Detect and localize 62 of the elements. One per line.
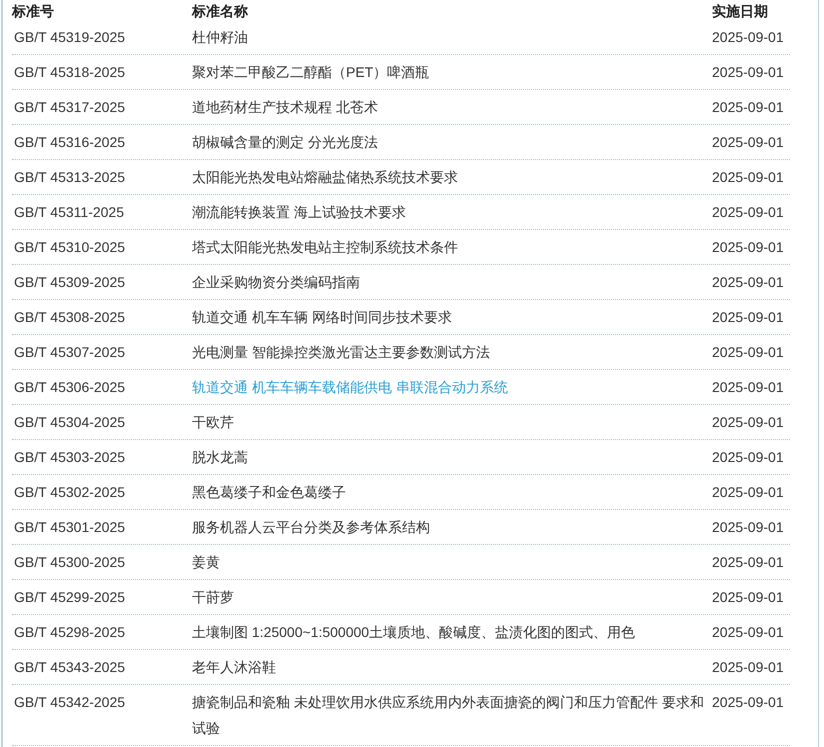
column-header: 实施日期 bbox=[712, 2, 768, 20]
standard-title-link[interactable]: 黑色葛缕子和金色葛缕子 bbox=[192, 479, 350, 505]
effective-date: 2025-09-01 bbox=[712, 658, 784, 676]
standard-number: GB/T 45319-2025 bbox=[13, 28, 126, 46]
standard-title-link[interactable]: 老年人沐浴鞋 bbox=[192, 654, 280, 680]
standard-title-link[interactable]: 轨道交通 机车车辆 网络时间同步技术要求 bbox=[192, 304, 456, 330]
standard-number: GB/T 45308-2025 bbox=[13, 308, 126, 326]
standard-number: GB/T 45309-2025 bbox=[13, 273, 126, 291]
effective-date: 2025-09-01 bbox=[712, 168, 784, 186]
effective-date: 2025-09-01 bbox=[712, 98, 784, 116]
standard-title-link[interactable]: 企业采购物资分类编码指南 bbox=[192, 269, 364, 295]
effective-date: 2025-09-01 bbox=[712, 343, 784, 361]
effective-date: 2025-09-01 bbox=[712, 308, 784, 326]
standard-number: GB/T 45301-2025 bbox=[13, 518, 126, 536]
standard-number: GB/T 45342-2025 bbox=[13, 693, 126, 711]
standard-title-link[interactable]: 干莳萝 bbox=[192, 584, 238, 610]
effective-date: 2025-09-01 bbox=[712, 28, 784, 46]
effective-date: 2025-09-01 bbox=[712, 448, 784, 466]
standard-title-link[interactable]: 脱水龙蒿 bbox=[192, 444, 252, 470]
column-header: 标准名称 bbox=[192, 2, 248, 20]
effective-date: 2025-09-01 bbox=[712, 413, 784, 431]
standard-title-link[interactable]: 胡椒碱含量的测定 分光光度法 bbox=[192, 129, 382, 155]
standard-number: GB/T 45306-2025 bbox=[13, 378, 126, 396]
effective-date: 2025-09-01 bbox=[712, 133, 784, 151]
standard-number: GB/T 45343-2025 bbox=[13, 658, 126, 676]
effective-date: 2025-09-01 bbox=[712, 693, 784, 711]
effective-date: 2025-09-01 bbox=[712, 483, 784, 501]
standard-number: GB/T 45317-2025 bbox=[13, 98, 126, 116]
standard-title-link[interactable]: 塔式太阳能光热发电站主控制系统技术条件 bbox=[192, 234, 462, 260]
standard-number: GB/T 45303-2025 bbox=[13, 448, 126, 466]
standard-title-link[interactable]: 聚对苯二甲酸乙二醇酯（PET）啤酒瓶 bbox=[192, 59, 434, 85]
standard-number: GB/T 45302-2025 bbox=[13, 483, 126, 501]
standard-title-link[interactable]: 土壤制图 1:25000~1:500000土壤质地、酸碱度、盐渍化图的图式、用色 bbox=[192, 619, 640, 645]
standard-title-link[interactable]: 搪瓷制品和瓷釉 未处理饮用水供应系统用内外表面搪瓷的阀门和压力管配件 要求和试验 bbox=[192, 689, 712, 741]
effective-date: 2025-09-01 bbox=[712, 378, 784, 396]
effective-date: 2025-09-01 bbox=[712, 518, 784, 536]
standard-title-link[interactable]: 光电测量 智能操控类激光雷达主要参数测试方法 bbox=[192, 339, 494, 365]
effective-date: 2025-09-01 bbox=[712, 273, 784, 291]
standard-number: GB/T 45313-2025 bbox=[13, 168, 126, 186]
standard-title-link[interactable]: 服务机器人云平台分类及参考体系结构 bbox=[192, 514, 434, 540]
effective-date: 2025-09-01 bbox=[712, 238, 784, 256]
standard-title-link[interactable]: 姜黄 bbox=[192, 549, 224, 575]
standard-number: GB/T 45307-2025 bbox=[13, 343, 126, 361]
standard-number: GB/T 45298-2025 bbox=[13, 623, 126, 641]
effective-date: 2025-09-01 bbox=[712, 63, 784, 81]
standard-number: GB/T 45310-2025 bbox=[13, 238, 126, 256]
standard-number: GB/T 45299-2025 bbox=[13, 588, 126, 606]
standard-number: GB/T 45318-2025 bbox=[13, 63, 126, 81]
standard-title-link[interactable]: 干欧芹 bbox=[192, 409, 238, 435]
standard-title-link[interactable]: 道地药材生产技术规程 北苍术 bbox=[192, 94, 382, 120]
standard-number: GB/T 45311-2025 bbox=[13, 203, 124, 221]
standard-title-link[interactable]: 潮流能转换装置 海上试验技术要求 bbox=[192, 199, 410, 225]
effective-date: 2025-09-01 bbox=[712, 588, 784, 606]
standard-title-link[interactable]: 太阳能光热发电站熔融盐储热系统技术要求 bbox=[192, 164, 462, 190]
effective-date: 2025-09-01 bbox=[712, 203, 784, 221]
standard-number: GB/T 45300-2025 bbox=[13, 553, 126, 571]
standard-number: GB/T 45304-2025 bbox=[13, 413, 126, 431]
standard-number: GB/T 45316-2025 bbox=[13, 133, 126, 151]
effective-date: 2025-09-01 bbox=[712, 623, 784, 641]
column-header: 标准号 bbox=[12, 2, 54, 20]
effective-date: 2025-09-01 bbox=[712, 553, 784, 571]
standard-title-link[interactable]: 杜仲籽油 bbox=[192, 24, 252, 50]
